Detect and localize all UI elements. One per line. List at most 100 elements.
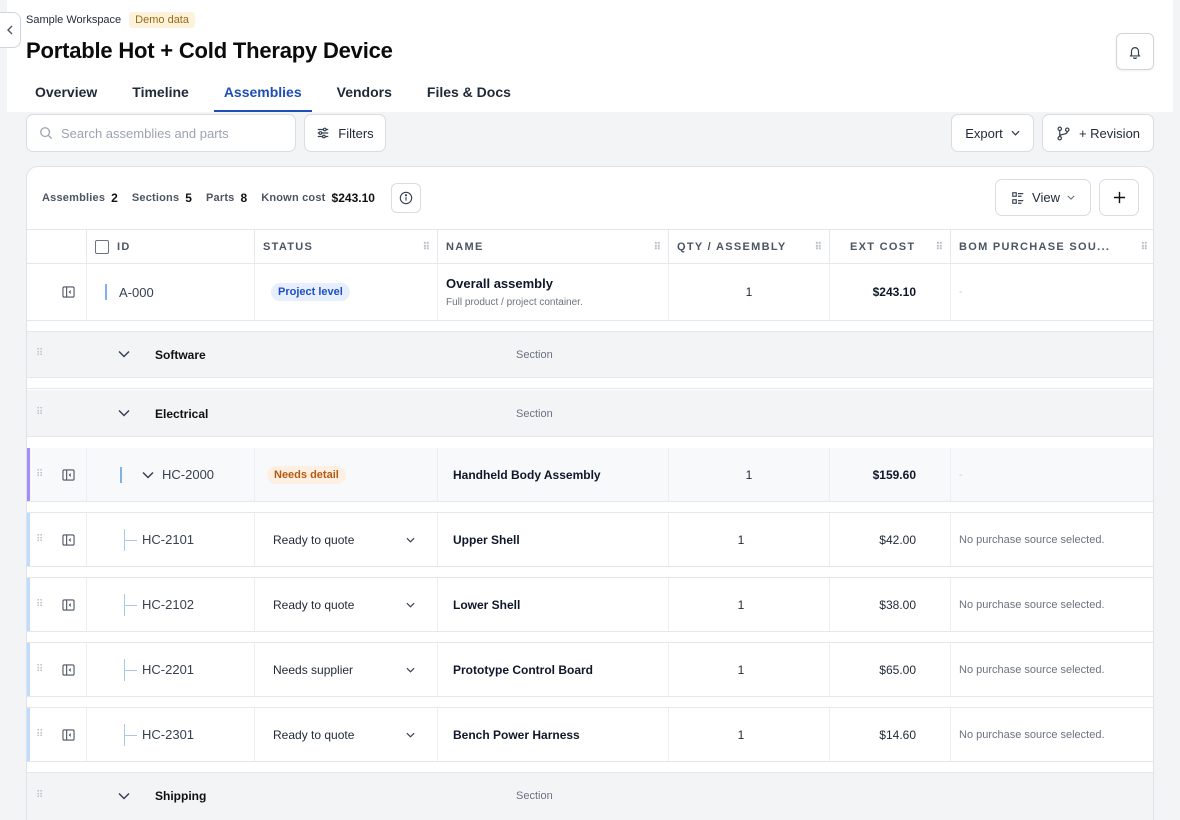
export-button[interactable]: Export [951, 114, 1034, 152]
row-id[interactable]: HC-2102 [142, 597, 194, 612]
row-source[interactable]: - [959, 469, 963, 481]
table-row[interactable]: A-000 Project level Overall assembly Ful… [27, 264, 1153, 321]
column-grip-icon[interactable]: ⠿ [654, 242, 661, 253]
source-cell: No purchase source selected. [951, 708, 1153, 761]
row-name[interactable]: Bench Power Harness [453, 728, 580, 742]
notifications-button[interactable] [1116, 33, 1154, 70]
workspace-name[interactable]: Sample Workspace [26, 14, 121, 26]
section-title[interactable]: Shipping [155, 789, 206, 803]
row-id[interactable]: A-000 [119, 285, 154, 300]
add-row-button[interactable] [1099, 179, 1139, 216]
row-name[interactable]: Handheld Body Assembly [453, 468, 601, 482]
search-box[interactable] [26, 114, 296, 152]
section-row-electrical[interactable]: ⠿ Electrical Section [27, 390, 1153, 437]
row-gap [27, 697, 1153, 708]
header-spacer [27, 230, 87, 264]
row-name[interactable]: Prototype Control Board [453, 663, 593, 677]
tab-assemblies[interactable]: Assemblies [213, 76, 312, 112]
row-name[interactable]: Upper Shell [453, 533, 520, 547]
row-qty[interactable]: 1 [669, 598, 813, 612]
status-dropdown[interactable]: Needs supplier [255, 663, 415, 677]
id-cell: HC-2201 [87, 643, 255, 696]
row-gap [27, 762, 1153, 773]
tab-vendors[interactable]: Vendors [327, 76, 402, 112]
row-name[interactable]: Overall assembly [446, 276, 553, 291]
chevron-down-icon[interactable] [118, 409, 130, 417]
header-source[interactable]: BOM PURCHASE SOU... ⠿ [951, 230, 1153, 264]
filters-button[interactable]: Filters [304, 114, 386, 152]
side-panel-icon[interactable] [62, 533, 75, 546]
side-panel-icon[interactable] [62, 663, 75, 676]
name-cell: Upper Shell [438, 513, 669, 566]
tab-files-docs[interactable]: Files & Docs [417, 76, 521, 112]
row-qty[interactable]: 1 [669, 663, 813, 677]
header-qty[interactable]: QTY / ASSEMBLY ⠿ [669, 230, 830, 264]
header-cost[interactable]: EXT COST ⠿ [830, 230, 951, 264]
view-options-button[interactable]: View [995, 179, 1091, 216]
row-source[interactable]: No purchase source selected. [959, 664, 1105, 676]
source-cell: No purchase source selected. [951, 643, 1153, 696]
row-id[interactable]: HC-2101 [142, 532, 194, 547]
row-cost: $65.00 [879, 662, 916, 677]
parts-count: 8 [240, 191, 248, 205]
row-name[interactable]: Lower Shell [453, 598, 520, 612]
table-row[interactable]: ⠿ HC-2301 Ready to quote Bench Power Har… [27, 708, 1153, 762]
section-row-shipping[interactable]: ⠿ Shipping Section [27, 773, 1153, 820]
collapse-sidebar-button[interactable] [0, 12, 21, 48]
row-panel-cell [27, 513, 87, 566]
cost-cell: $65.00 [830, 643, 951, 696]
section-title[interactable]: Electrical [155, 407, 208, 421]
row-qty[interactable]: 1 [669, 285, 829, 299]
side-panel-icon[interactable] [62, 468, 75, 481]
side-panel-icon[interactable] [62, 598, 75, 611]
row-id[interactable]: HC-2301 [142, 727, 194, 742]
id-cell: A-000 [87, 264, 255, 320]
select-all-checkbox[interactable] [95, 240, 109, 254]
chevron-down-icon[interactable] [118, 792, 130, 800]
table-row[interactable]: ⠿ HC-2101 Ready to quote Upper Shell 1 $… [27, 513, 1153, 567]
add-revision-button[interactable]: + Revision [1042, 114, 1154, 152]
header-name[interactable]: NAME ⠿ [438, 230, 669, 264]
column-grip-icon[interactable]: ⠿ [936, 242, 943, 253]
row-source[interactable]: No purchase source selected. [959, 599, 1105, 611]
assembly-row[interactable]: ⠿ HC-2000 Needs detail Handheld Body Ass… [27, 448, 1153, 502]
section-title[interactable]: Software [155, 348, 206, 362]
drag-handle-icon[interactable]: ⠿ [36, 790, 43, 801]
status-cell: Ready to quote [255, 513, 438, 566]
search-icon [40, 127, 53, 140]
row-id[interactable]: HC-2201 [142, 662, 194, 677]
name-cell: Prototype Control Board [438, 643, 669, 696]
column-grip-icon[interactable]: ⠿ [1141, 242, 1148, 253]
header-id[interactable]: ID [87, 230, 255, 264]
row-qty[interactable]: 1 [669, 728, 813, 742]
cost-cell: $42.00 [830, 513, 951, 566]
row-source[interactable]: - [959, 286, 963, 298]
drag-handle-icon[interactable]: ⠿ [36, 348, 43, 359]
status-dropdown[interactable]: Ready to quote [255, 533, 415, 547]
table-row[interactable]: ⠿ HC-2201 Needs supplier Prototype Contr… [27, 643, 1153, 697]
column-grip-icon[interactable]: ⠿ [815, 242, 822, 253]
chevron-down-icon [406, 667, 415, 673]
tab-overview[interactable]: Overview [25, 76, 107, 112]
chevron-down-icon[interactable] [142, 471, 154, 479]
section-row-software[interactable]: ⠿ Software Section [27, 332, 1153, 378]
row-id[interactable]: HC-2000 [162, 467, 214, 482]
drag-handle-icon[interactable]: ⠿ [36, 407, 43, 418]
source-cell: No purchase source selected. [951, 513, 1153, 566]
column-grip-icon[interactable]: ⠿ [423, 242, 430, 253]
row-qty[interactable]: 1 [669, 468, 829, 482]
header-status[interactable]: STATUS ⠿ [255, 230, 438, 264]
side-panel-icon[interactable] [62, 286, 75, 298]
side-panel-icon[interactable] [62, 728, 75, 741]
search-input[interactable] [61, 125, 281, 141]
table-row[interactable]: ⠿ HC-2102 Ready to quote Lower Shell 1 $… [27, 578, 1153, 632]
row-source[interactable]: No purchase source selected. [959, 729, 1105, 741]
status-dropdown[interactable]: Ready to quote [255, 728, 415, 742]
tab-timeline[interactable]: Timeline [122, 76, 199, 112]
chevron-down-icon[interactable] [118, 350, 130, 358]
status-dropdown[interactable]: Ready to quote [255, 598, 415, 612]
row-cost: $42.00 [879, 532, 916, 547]
row-source[interactable]: No purchase source selected. [959, 534, 1105, 546]
info-button[interactable] [390, 183, 421, 213]
row-qty[interactable]: 1 [669, 533, 813, 547]
